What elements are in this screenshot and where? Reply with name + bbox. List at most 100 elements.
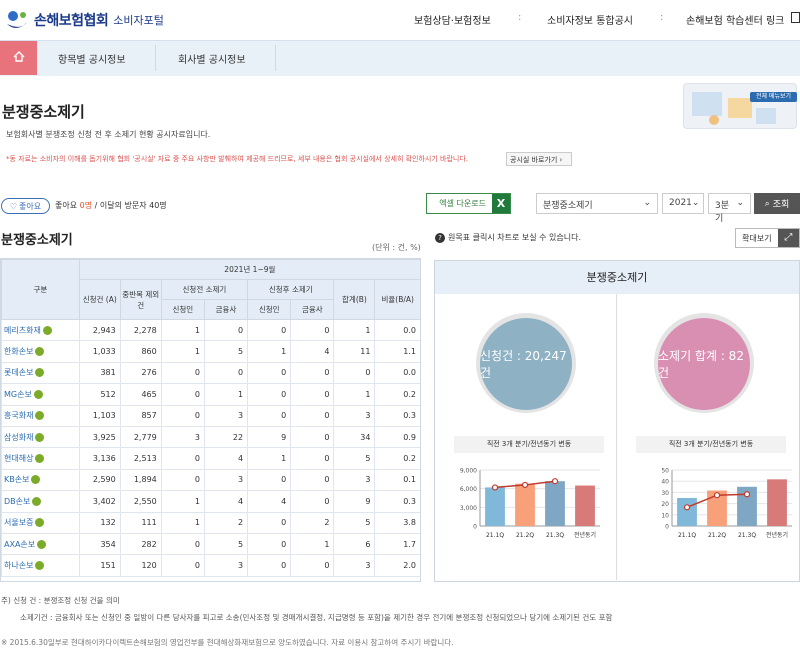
header-after: 신청후 소제기 — [247, 279, 335, 300]
lawsuit-total-label: 소제기 합계 : 82건 — [658, 349, 744, 380]
company-cell[interactable]: AXA손보 — [1, 532, 80, 556]
page-description: 보험회사별 분쟁조정 신청 전 후 소제기 현황 공시자료입니다. — [6, 130, 211, 139]
footnote-line-3: ※ 2015.6.30일부로 현대하이카다이렉트손해보험의 영업전부를 현대해상… — [1, 638, 454, 647]
chart-toggle-icon[interactable] — [35, 411, 45, 421]
company-link[interactable]: DB손보 — [4, 497, 30, 506]
header-before: 신청전 소제기 — [160, 279, 249, 300]
y-tick-label: 3,000 — [460, 505, 477, 512]
table-cell: 860 — [119, 340, 162, 363]
table-cell: 132 — [78, 511, 121, 534]
table-cell: 0.0 — [374, 318, 420, 342]
table-cell: 34 — [333, 425, 376, 449]
company-link[interactable]: KB손보 — [4, 475, 29, 484]
company-link[interactable]: 현대해상 — [4, 454, 33, 463]
full-menu-button[interactable]: 전체 메뉴보기 — [750, 92, 797, 102]
notice-room-label: 공시실 바로가기 — [510, 156, 558, 164]
table-cell: 1 — [160, 511, 205, 534]
company-link[interactable]: 삼성화재 — [4, 433, 33, 442]
company-cell[interactable]: KB손보 — [1, 468, 80, 492]
company-cell[interactable]: 흥국화재 — [1, 404, 80, 427]
excel-download-button[interactable]: 엑셀 다운로드 X — [426, 193, 511, 214]
menu-banner-image[interactable] — [683, 83, 797, 129]
chart-toggle-icon[interactable] — [37, 539, 47, 549]
company-cell[interactable]: MG손보 — [1, 383, 80, 406]
table-cell: 3 — [333, 468, 376, 492]
chart-toggle-icon[interactable] — [31, 475, 41, 485]
table-row: 메리츠화재 2,943 2,278 1 0 0 0 1 0.0 — [1, 318, 420, 342]
table-cell: 465 — [119, 383, 162, 406]
table-cell: 354 — [78, 532, 121, 556]
year-select[interactable]: 2021 ⌄ — [662, 193, 704, 214]
table-cell: 3 — [160, 425, 205, 449]
company-link[interactable]: AXA손보 — [4, 540, 35, 549]
table-cell: 0 — [247, 404, 292, 427]
bar — [545, 481, 565, 526]
trend-point — [521, 481, 529, 489]
table-cell: 3.8 — [374, 511, 420, 534]
chart-toggle-icon[interactable] — [35, 560, 45, 570]
company-cell[interactable]: 서울보증 — [1, 511, 80, 534]
table-cell: 1,033 — [78, 340, 121, 363]
footnote: 주) 신청 건 : 분쟁조정 신청 건을 의미 소제기건 : 금융회사 또는 신… — [0, 592, 800, 651]
site-logo[interactable]: 손해보험협회 소비자포털 — [4, 7, 164, 33]
chart-toggle-icon[interactable] — [35, 368, 45, 378]
heart-icon: ♡ — [9, 201, 18, 211]
company-cell[interactable]: 한화손보 — [1, 340, 80, 363]
company-link[interactable]: 롯데손보 — [4, 368, 33, 377]
search-label: 조회 — [772, 200, 790, 210]
topnav-disclosure[interactable]: 소비자정보 통합공시 — [547, 12, 633, 27]
apply-total-circle[interactable]: 신청건 : 20,247건 — [480, 318, 572, 410]
trend-chart-lawsuit: 50 40 30 20 10 0 21.1Q 21.2Q 21.3Q 전년동기 — [661, 468, 792, 539]
zoom-button[interactable]: 확대보기 ⤢ — [735, 228, 800, 248]
table-cell: 1 — [160, 490, 205, 513]
company-cell[interactable]: DB손보 — [1, 490, 80, 513]
chart-toggle-icon[interactable] — [35, 347, 45, 357]
chart-toggle-icon[interactable] — [33, 389, 43, 399]
table-cell: 0 — [290, 425, 335, 449]
trend-label-right: 직전 3개 분기/전년동기 변동 — [636, 436, 786, 453]
search-button[interactable]: ⌕ 조회 — [754, 193, 800, 214]
home-button[interactable] — [0, 41, 37, 75]
tab-company-disclosure[interactable]: 회사별 공시정보 — [178, 51, 246, 66]
company-link[interactable]: MG손보 — [4, 390, 32, 399]
company-link[interactable]: 하나손보 — [4, 561, 33, 570]
company-link[interactable]: 흥국화재 — [4, 411, 33, 420]
lawsuit-total-circle[interactable]: 소제기 합계 : 82건 — [658, 318, 750, 410]
y-tick-label: 0 — [665, 524, 669, 531]
table-cell: 1 — [333, 318, 376, 342]
topnav-consult[interactable]: 보험상담·보험정보 — [414, 12, 491, 27]
company-link[interactable]: 메리츠화재 — [4, 326, 41, 335]
company-cell[interactable]: 현대해상 — [1, 447, 80, 470]
chevron-down-icon: ⌄ — [691, 198, 700, 208]
company-cell[interactable]: 메리츠화재 — [1, 318, 80, 342]
like-button[interactable]: ♡ 좋아요 — [1, 198, 50, 214]
home-icon — [13, 51, 25, 65]
company-link[interactable]: 한화손보 — [4, 347, 33, 356]
table-cell: 0 — [160, 554, 205, 577]
nav-divider — [275, 45, 276, 71]
table-cell: 1 — [160, 318, 205, 342]
table-cell: 0 — [203, 318, 249, 342]
chart-toggle-icon[interactable] — [35, 454, 45, 464]
company-cell[interactable]: 삼성화재 — [1, 425, 80, 449]
item-select[interactable]: 분쟁중소제기 ⌄ — [536, 193, 658, 214]
table-row: 한화손보 1,033 860 1 5 1 4 11 1.1 — [1, 340, 420, 363]
bar — [767, 479, 787, 526]
header-sum: 합계(B) — [333, 279, 376, 320]
notice-room-button[interactable]: 공시실 바로가기 › — [506, 152, 572, 166]
chart-toggle-icon[interactable] — [42, 325, 52, 335]
quarter-select[interactable]: 3분기 ⌄ — [708, 193, 751, 224]
company-cell[interactable]: 롯데손보 — [1, 361, 80, 385]
company-cell[interactable]: 하나손보 — [1, 554, 80, 577]
table-cell: 2,513 — [119, 447, 162, 470]
table-cell: 0 — [160, 361, 205, 385]
company-link[interactable]: 서울보증 — [4, 518, 33, 527]
topnav-learning-link[interactable]: 손해보험 학습센터 링크 — [686, 12, 784, 27]
chart-toggle-icon[interactable] — [35, 432, 45, 442]
chart-toggle-icon[interactable] — [32, 496, 42, 506]
footnote-line-1: 주) 신청 건 : 분쟁조정 신청 건을 의미 — [1, 596, 120, 605]
tab-item-disclosure[interactable]: 항목별 공시정보 — [58, 51, 126, 66]
chart-toggle-icon[interactable] — [35, 518, 45, 528]
table-cell: 0 — [160, 532, 205, 556]
nav-divider — [155, 45, 156, 71]
